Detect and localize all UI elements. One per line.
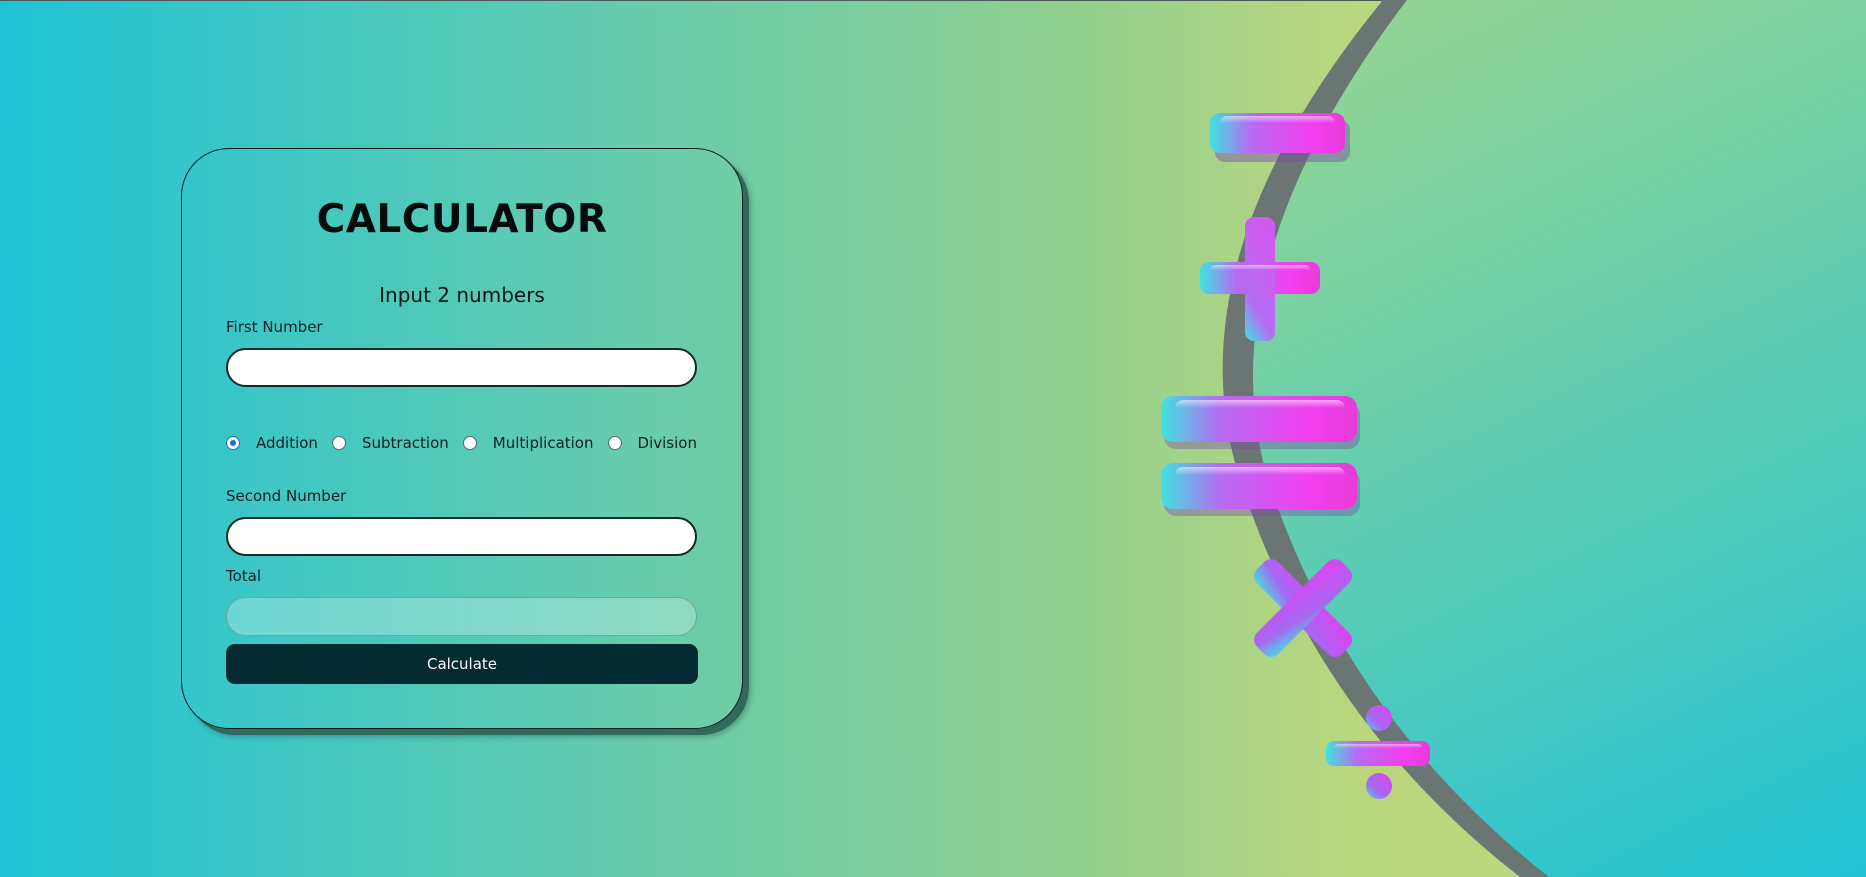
division-radio[interactable] bbox=[607, 436, 622, 450]
instruction-text: Input 2 numbers bbox=[379, 283, 545, 307]
page-title: CALCULATOR bbox=[316, 197, 608, 242]
multiplication-radio[interactable] bbox=[462, 436, 477, 450]
equals-symbol bbox=[1161, 396, 1360, 516]
radio-option-subtraction[interactable]: Subtraction bbox=[331, 434, 449, 452]
subtraction-label: Subtraction bbox=[361, 434, 449, 452]
plus-symbol bbox=[1200, 217, 1320, 341]
grey-arc bbox=[1222, 0, 1549, 877]
calculate-button[interactable]: Calculate bbox=[226, 644, 698, 684]
divide-symbol bbox=[1326, 705, 1430, 799]
first-number-input[interactable] bbox=[226, 348, 697, 387]
minus-symbol bbox=[1210, 113, 1350, 162]
radio-option-multiplication[interactable]: Multiplication bbox=[462, 434, 594, 452]
multiply-symbol bbox=[1254, 559, 1352, 657]
second-number-label: Second Number bbox=[226, 487, 347, 505]
radio-option-division[interactable]: Division bbox=[607, 434, 697, 452]
first-number-label: First Number bbox=[226, 318, 323, 336]
total-label: Total bbox=[226, 567, 262, 585]
operation-radio-group: Addition Subtraction Multiplication Divi… bbox=[226, 431, 697, 455]
top-border-line bbox=[0, 0, 1866, 1]
radio-option-addition[interactable]: Addition bbox=[226, 434, 318, 452]
subtraction-radio[interactable] bbox=[331, 436, 346, 450]
addition-label: Addition bbox=[256, 434, 318, 452]
calculator-card: CALCULATOR Input 2 numbers First Number … bbox=[181, 148, 743, 729]
addition-radio[interactable] bbox=[226, 436, 240, 450]
division-label: Division bbox=[637, 434, 697, 452]
second-number-input[interactable] bbox=[226, 517, 697, 556]
multiplication-label: Multiplication bbox=[492, 434, 594, 452]
total-output bbox=[226, 597, 697, 636]
